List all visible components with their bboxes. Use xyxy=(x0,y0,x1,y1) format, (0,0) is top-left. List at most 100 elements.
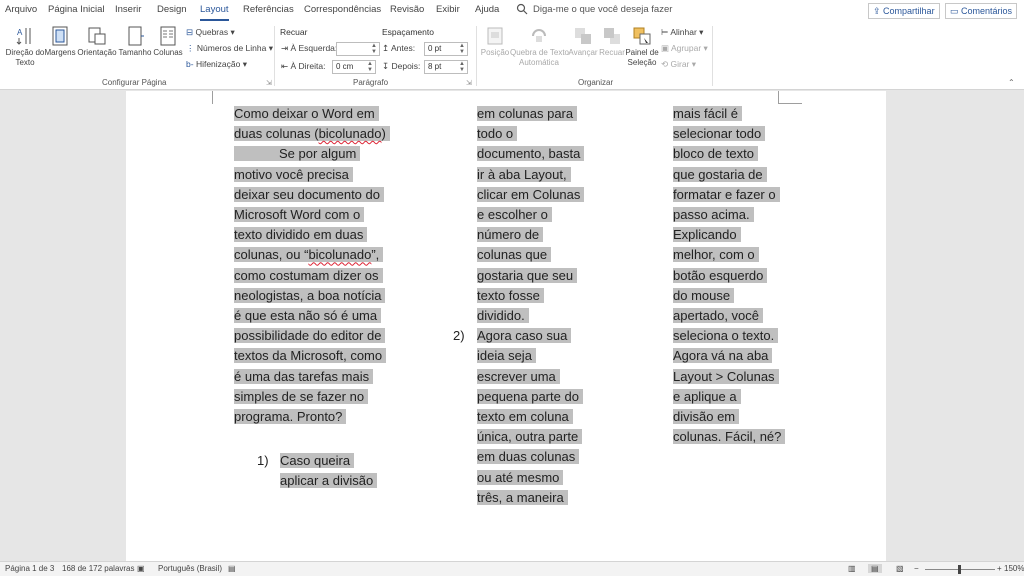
text-line: colunas que xyxy=(477,247,552,263)
size-label: Tamanho xyxy=(118,48,152,57)
zoom-out-icon[interactable]: − xyxy=(914,564,919,573)
tab-referencias[interactable]: Referências xyxy=(243,4,294,15)
breaks-button[interactable]: ⊟ Quebras ▾ xyxy=(186,27,235,38)
wrap-text-icon xyxy=(532,29,546,42)
text-line: Caso queira xyxy=(280,453,355,468)
text-line: ir à aba Layout, xyxy=(477,166,571,182)
text-line: documento, basta xyxy=(477,146,585,162)
crop-mark xyxy=(212,91,213,104)
bring-forward-button[interactable]: Avançar xyxy=(567,26,599,58)
spacing-before-input[interactable]: 0 pt ▲ ▼ xyxy=(424,42,468,56)
spin-arrows-icon[interactable]: ▲ ▼ xyxy=(367,61,373,73)
text-line: motivo você precisa xyxy=(234,166,353,182)
column-3: mais fácil é selecionar todo bloco de te… xyxy=(673,104,786,447)
rotate-button[interactable]: ⟲ Girar ▾ xyxy=(661,59,696,70)
text-line: melhor, com o xyxy=(673,247,759,263)
text-line: que gostaria de xyxy=(673,166,767,182)
document-page[interactable]: Como deixar o Word em duas colunas (bico… xyxy=(126,91,886,561)
text-line: Agora vá na aba xyxy=(673,348,773,364)
dialog-launcher-icon[interactable]: ⇲ xyxy=(266,79,272,87)
group-divider xyxy=(712,26,713,86)
wrap-text-label: Quebra de Texto Automática xyxy=(510,48,570,67)
position-button[interactable]: Posição xyxy=(480,26,510,58)
indent-right-label: ⇤ À Direita: xyxy=(281,61,325,72)
text-line: duas colunas (bicolunado) xyxy=(234,126,390,142)
text-line: texto fosse xyxy=(477,287,544,303)
zoom-slider-thumb[interactable] xyxy=(958,565,961,574)
text-line: seleciona o texto. xyxy=(673,328,779,344)
page-count[interactable]: Página 1 de 3 xyxy=(5,564,54,573)
tell-me-input[interactable]: Diga-me o que você deseja fazer xyxy=(533,4,672,15)
group-icon: ▣ xyxy=(661,43,670,53)
orientation-label: Orientação xyxy=(77,48,117,57)
text-line: apertado, você xyxy=(673,308,764,324)
text-line: Agora caso sua xyxy=(477,328,572,344)
tab-design[interactable]: Design xyxy=(157,4,187,15)
text-line: deixar seu documento do xyxy=(234,186,384,202)
text-line: simples de se fazer no xyxy=(234,388,369,404)
tab-correspondencias[interactable]: Correspondências xyxy=(304,4,381,15)
tab-layout[interactable]: Layout xyxy=(200,4,229,21)
indent-right-input[interactable]: 0 cm ▲ ▼ xyxy=(332,60,376,74)
group-button[interactable]: ▣ Agrupar ▾ xyxy=(661,43,708,54)
text-line: única, outra parte xyxy=(477,429,583,445)
word-count[interactable]: 168 de 172 palavras xyxy=(62,564,135,573)
spin-arrows-icon[interactable]: ▲ ▼ xyxy=(459,43,465,55)
spacing-after-input[interactable]: 8 pt ▲ ▼ xyxy=(424,60,468,74)
align-label: Alinhar xyxy=(670,27,697,37)
macro-icon[interactable]: ▤ xyxy=(228,564,236,573)
text-line: possibilidade do editor de xyxy=(234,328,386,344)
ribbon: A Direção do Texto Margens Orientação Ta… xyxy=(0,22,1024,90)
collapse-ribbon-icon[interactable]: ⌃ xyxy=(1008,78,1015,87)
tab-exibir[interactable]: Exibir xyxy=(436,4,460,15)
orientation-icon xyxy=(88,27,106,45)
text-direction-icon: A xyxy=(16,28,31,45)
proofing-icon[interactable]: ▣ xyxy=(137,564,145,573)
hyphenation-button[interactable]: b‑ Hifenização ▾ xyxy=(186,59,247,70)
text-direction-button[interactable]: A Direção do Texto xyxy=(4,26,46,68)
spin-arrows-icon[interactable]: ▲ ▼ xyxy=(459,61,465,73)
dialog-launcher-icon[interactable]: ⇲ xyxy=(466,79,472,87)
zoom-level[interactable]: 150% xyxy=(1004,564,1024,573)
web-layout-icon[interactable]: ▧ xyxy=(896,564,904,573)
send-backward-label: Recuar xyxy=(599,48,625,57)
align-button[interactable]: ⊨ Alinhar ▾ xyxy=(661,27,703,38)
selection-pane-button[interactable]: Painel de Seleção xyxy=(625,26,659,68)
wrap-text-button[interactable]: Quebra de Texto Automática xyxy=(510,26,570,68)
text-line: divisão em xyxy=(673,409,740,425)
text-line: todo o xyxy=(477,126,518,142)
orientation-button[interactable]: Orientação xyxy=(77,26,117,58)
send-backward-button[interactable]: Recuar xyxy=(598,26,626,58)
columns-button[interactable]: Colunas xyxy=(153,26,183,58)
comments-button[interactable]: ▭ Comentários xyxy=(945,3,1018,19)
ribbon-tabs: Arquivo Página Inicial Inserir Design La… xyxy=(0,0,1024,22)
language-indicator[interactable]: Português (Brasil) xyxy=(158,564,222,573)
text-line: do mouse xyxy=(673,287,735,303)
text-line: é uma das tarefas mais xyxy=(234,368,374,384)
zoom-in-icon[interactable]: + xyxy=(997,564,1002,573)
text-line: Explicando xyxy=(673,227,741,243)
column-2: em colunas para todo o documento, basta … xyxy=(477,104,585,508)
tab-revisao[interactable]: Revisão xyxy=(390,4,424,15)
share-label: Compartilhar xyxy=(883,6,935,16)
margins-button[interactable]: Margens xyxy=(44,26,76,58)
text-line: aplicar a divisão xyxy=(280,473,378,489)
hyphenation-icon: b‑ xyxy=(186,59,194,69)
tab-inserir[interactable]: Inserir xyxy=(115,4,141,15)
rotate-icon: ⟲ xyxy=(661,59,669,69)
share-button[interactable]: ⇪ Compartilhar xyxy=(868,3,940,19)
spin-arrows-icon[interactable]: ▲ ▼ xyxy=(371,43,377,55)
tab-arquivo[interactable]: Arquivo xyxy=(5,4,37,15)
spacing-before-icon: ↥ xyxy=(382,43,392,53)
size-button[interactable]: Tamanho xyxy=(118,26,152,58)
group-divider xyxy=(274,26,275,86)
bring-forward-icon xyxy=(575,28,591,44)
tab-ajuda[interactable]: Ajuda xyxy=(475,4,499,15)
print-layout-icon[interactable]: ▤ xyxy=(868,564,882,573)
line-numbers-button[interactable]: ⋮ Números de Linha ▾ xyxy=(186,43,273,54)
indent-left-input[interactable]: ▲ ▼ xyxy=(336,42,380,56)
read-mode-icon[interactable]: ▥ xyxy=(848,564,856,573)
misspelled-word: bicolunado xyxy=(308,247,372,263)
selection-pane-icon xyxy=(633,27,651,45)
tab-pagina-inicial[interactable]: Página Inicial xyxy=(48,4,105,15)
